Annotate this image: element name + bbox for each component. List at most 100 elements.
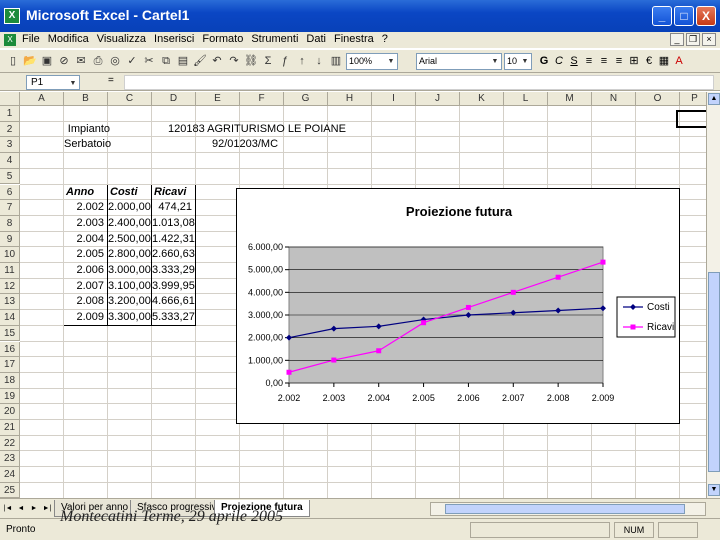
- font-size-select[interactable]: 10 ▼: [504, 53, 532, 70]
- row-header[interactable]: 16: [0, 341, 20, 358]
- mail-icon[interactable]: ✉: [74, 53, 88, 69]
- column-header[interactable]: B: [64, 92, 108, 106]
- table-cell[interactable]: 3.100,00: [108, 279, 151, 294]
- table-cell[interactable]: 3.333,29: [152, 263, 195, 278]
- menu-item[interactable]: File: [22, 33, 40, 45]
- prev-sheet-icon[interactable]: ◄: [15, 502, 27, 515]
- row-header[interactable]: 8: [0, 215, 20, 232]
- doc-minimize-button[interactable]: _: [670, 33, 684, 46]
- column-header[interactable]: H: [328, 92, 372, 106]
- column-header[interactable]: J: [416, 92, 460, 106]
- open-icon[interactable]: 📂: [23, 53, 37, 69]
- menu-item[interactable]: Strumenti: [251, 33, 298, 45]
- column-header[interactable]: A: [20, 92, 64, 106]
- table-cell[interactable]: 2.009: [64, 310, 104, 325]
- formula-input[interactable]: [124, 75, 714, 90]
- column-header[interactable]: I: [372, 92, 416, 106]
- vertical-scroll-thumb[interactable]: [708, 272, 720, 472]
- menu-item[interactable]: Modifica: [48, 33, 89, 45]
- cell-serbatoio-value[interactable]: 92/01203/MC: [212, 137, 332, 152]
- column-header[interactable]: P: [680, 92, 706, 106]
- table-cell[interactable]: 2.000,00: [108, 200, 151, 215]
- row-header[interactable]: 17: [0, 357, 20, 373]
- format-painter-icon[interactable]: 🖌: [193, 53, 207, 69]
- align-right-icon[interactable]: ≡: [613, 53, 625, 69]
- minimize-button[interactable]: _: [652, 6, 672, 26]
- table-cell[interactable]: 2.003: [64, 216, 104, 231]
- row-header[interactable]: 18: [0, 372, 20, 389]
- function-icon[interactable]: ƒ: [278, 53, 292, 69]
- borders-icon[interactable]: ▦: [658, 53, 670, 69]
- row-header[interactable]: 2: [0, 121, 20, 138]
- row-header[interactable]: 15: [0, 325, 20, 342]
- column-header[interactable]: N: [592, 92, 636, 106]
- table-header[interactable]: Ricavi: [154, 185, 192, 200]
- select-all-corner[interactable]: [0, 92, 20, 106]
- font-select[interactable]: Arial ▼: [416, 53, 502, 70]
- table-cell[interactable]: 474,21: [152, 200, 192, 215]
- formula-equals[interactable]: =: [108, 75, 114, 86]
- row-header[interactable]: 1: [0, 106, 20, 122]
- table-cell[interactable]: 3.200,00: [108, 294, 151, 309]
- sort-desc-icon[interactable]: ↓: [312, 53, 326, 69]
- row-header[interactable]: 5: [0, 168, 20, 185]
- paste-icon[interactable]: ▤: [176, 53, 190, 69]
- row-header[interactable]: 23: [0, 451, 20, 468]
- table-cell[interactable]: 1.013,08: [152, 216, 195, 231]
- column-header[interactable]: C: [108, 92, 152, 106]
- workbook-icon[interactable]: X: [4, 34, 16, 46]
- table-cell[interactable]: 2.008: [64, 294, 104, 309]
- copy-icon[interactable]: ⧉: [159, 53, 173, 69]
- table-header[interactable]: Anno: [66, 185, 104, 200]
- first-sheet-icon[interactable]: |◄: [2, 502, 14, 515]
- row-header[interactable]: 12: [0, 278, 20, 295]
- vertical-scrollbar[interactable]: ▲ ▼: [706, 92, 720, 498]
- column-header[interactable]: M: [548, 92, 592, 106]
- doc-close-button[interactable]: ×: [702, 33, 716, 46]
- close-button[interactable]: X: [696, 6, 716, 26]
- table-cell[interactable]: 2.005: [64, 247, 104, 262]
- row-header[interactable]: 14: [0, 310, 20, 326]
- autosum-icon[interactable]: Σ: [261, 53, 275, 69]
- row-header[interactable]: 19: [0, 388, 20, 405]
- currency-button[interactable]: €: [643, 53, 655, 69]
- row-header[interactable]: 10: [0, 247, 20, 263]
- excel-app-icon[interactable]: X: [4, 8, 20, 24]
- row-header[interactable]: 24: [0, 467, 20, 483]
- doc-restore-button[interactable]: ❐: [686, 33, 700, 46]
- table-cell[interactable]: 3.999,95: [152, 279, 195, 294]
- row-header[interactable]: 7: [0, 200, 20, 216]
- menu-item[interactable]: ?: [382, 33, 388, 45]
- row-header[interactable]: 21: [0, 420, 20, 436]
- chart-wizard-icon[interactable]: ▥: [329, 53, 343, 69]
- zoom-select[interactable]: 100% ▼: [346, 53, 398, 70]
- hyperlink-icon[interactable]: ⛓: [244, 53, 258, 69]
- row-header[interactable]: 9: [0, 231, 20, 248]
- font-color-icon[interactable]: A: [673, 53, 685, 69]
- row-header[interactable]: 3: [0, 137, 20, 154]
- cell-impianto-value[interactable]: 120183 AGRITURISMO LE POIANE: [168, 122, 368, 137]
- cell-serbatoio-label[interactable]: Serbatoio: [64, 137, 111, 152]
- menu-item[interactable]: Dati: [306, 33, 326, 45]
- table-cell[interactable]: 2.004: [64, 232, 104, 247]
- table-cell[interactable]: 5.333,27: [152, 310, 195, 325]
- preview-icon[interactable]: ◎: [108, 53, 122, 69]
- table-cell[interactable]: 3.300,00: [108, 310, 151, 325]
- row-header[interactable]: 6: [0, 184, 20, 201]
- table-cell[interactable]: 2.500,00: [108, 232, 151, 247]
- sort-asc-icon[interactable]: ↑: [295, 53, 309, 69]
- last-sheet-icon[interactable]: ►|: [41, 502, 53, 515]
- row-header[interactable]: 11: [0, 263, 20, 279]
- new-icon[interactable]: ▯: [6, 53, 20, 69]
- merge-center-icon[interactable]: ⊞: [628, 53, 640, 69]
- table-cell[interactable]: 4.666,61: [152, 294, 195, 309]
- row-header[interactable]: 25: [0, 482, 20, 498]
- table-cell[interactable]: 2.800,00: [108, 247, 151, 262]
- horizontal-scrollbar[interactable]: [430, 502, 706, 516]
- menu-item[interactable]: Visualizza: [97, 33, 146, 45]
- menu-item[interactable]: Inserisci: [154, 33, 194, 45]
- horizontal-scroll-thumb[interactable]: [445, 504, 685, 514]
- save-icon[interactable]: ▣: [40, 53, 54, 69]
- cell-impianto-label[interactable]: Impianto: [64, 122, 110, 137]
- row-header[interactable]: 4: [0, 153, 20, 169]
